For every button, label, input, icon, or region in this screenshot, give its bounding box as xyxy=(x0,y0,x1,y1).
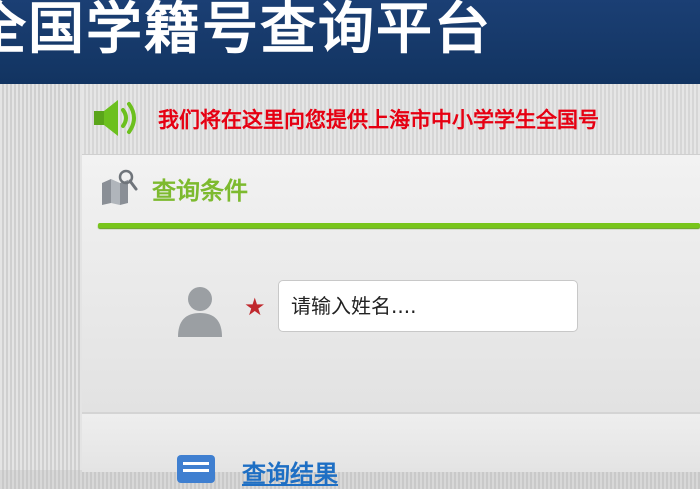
query-result-panel: 查询结果 xyxy=(82,412,700,488)
left-decorative-strip xyxy=(0,84,82,470)
title-divider xyxy=(98,223,700,228)
required-mark: ★ xyxy=(244,293,266,321)
page-header: 全国学籍号查询平台 xyxy=(0,0,700,84)
user-avatar-icon xyxy=(178,287,222,337)
query-result-title[interactable]: 查询结果 xyxy=(242,454,338,489)
map-pin-icon xyxy=(102,169,138,205)
document-list-icon xyxy=(177,455,215,483)
name-input[interactable] xyxy=(278,280,578,332)
speaker-icon xyxy=(94,100,136,136)
query-conditions-title: 查询条件 xyxy=(152,177,248,205)
notice-bar: 我们将在这里向您提供上海市中小学学生全国号 xyxy=(82,84,700,154)
query-conditions-panel: 查询条件 ★ xyxy=(82,154,700,413)
site-title: 全国学籍号查询平台 xyxy=(0,0,492,62)
notice-text: 我们将在这里向您提供上海市中小学学生全国号 xyxy=(158,108,599,132)
